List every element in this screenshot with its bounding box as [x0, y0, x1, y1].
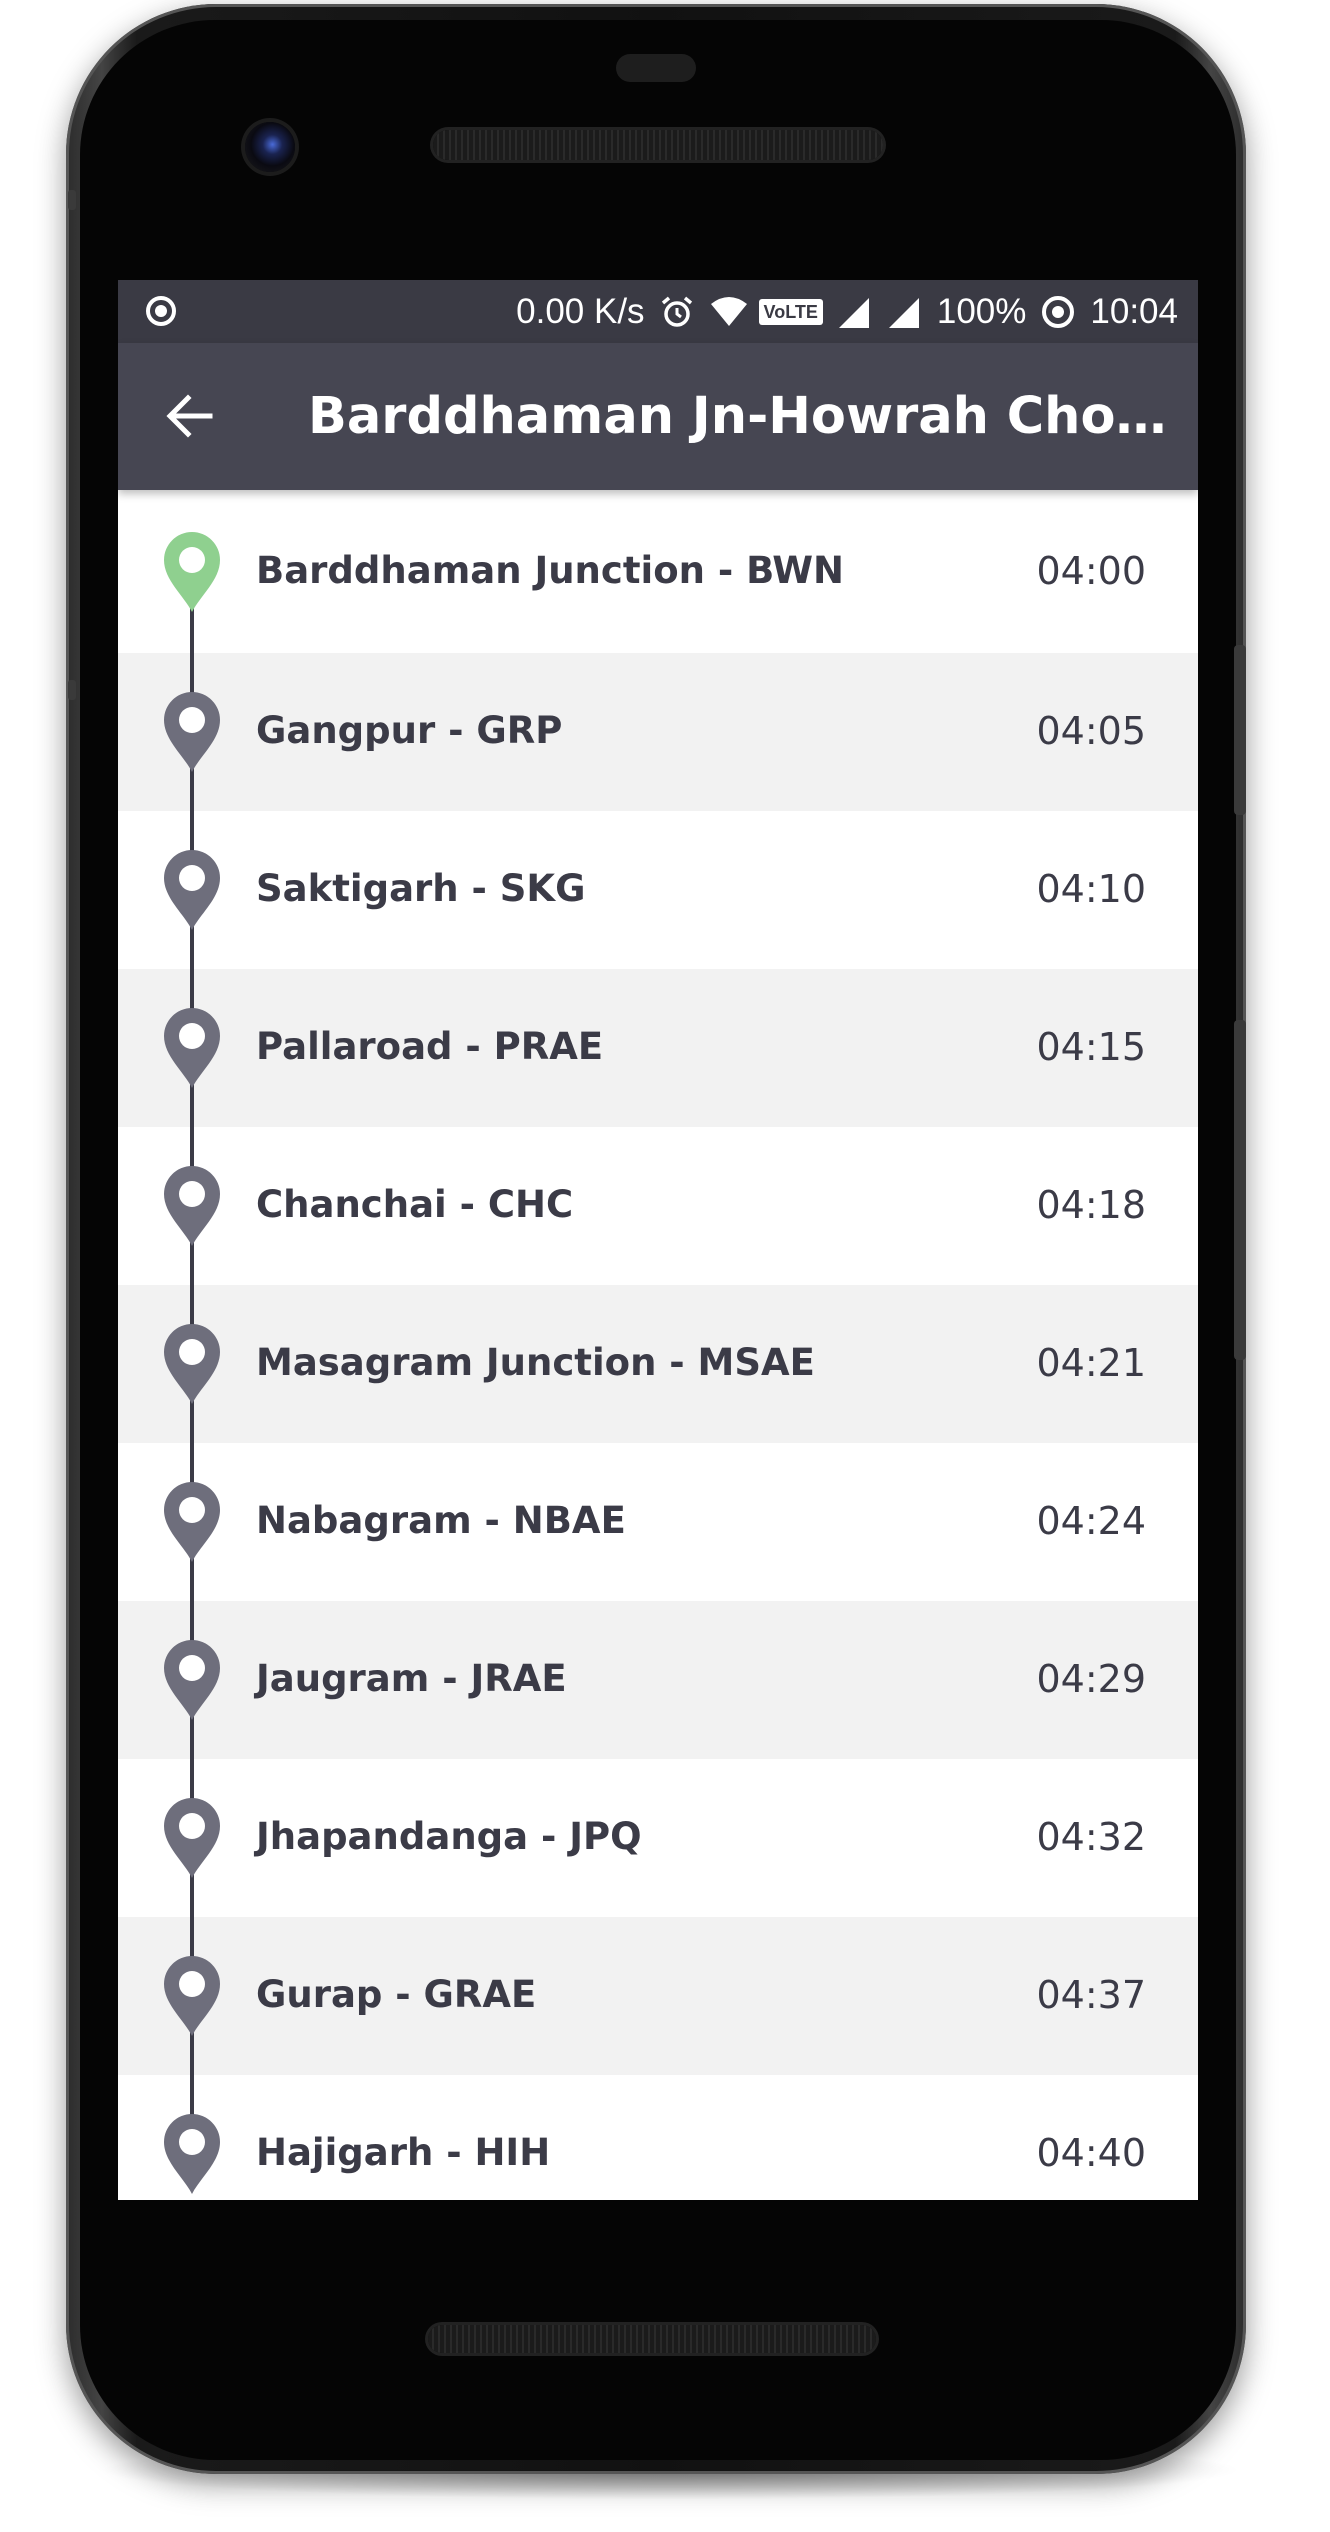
- map-pin-icon: [162, 1324, 222, 1406]
- station-row[interactable]: Barddhaman Junction - BWN 04:00: [118, 490, 1198, 653]
- map-pin-icon: [162, 1640, 222, 1722]
- station-time: 04:18: [1036, 1183, 1146, 1227]
- record-icon: [146, 296, 176, 326]
- map-pin-icon: [162, 692, 222, 774]
- screen: 0.00 K/s VoLTE 100% 10:04 Barddhaman Jn-…: [118, 280, 1198, 2200]
- station-name: Jhapandanga - JPQ: [256, 1815, 642, 1858]
- map-pin-icon: [162, 1798, 222, 1880]
- station-row[interactable]: Saktigarh - SKG 04:10: [118, 811, 1198, 969]
- station-name: Saktigarh - SKG: [256, 867, 586, 910]
- station-row[interactable]: Nabagram - NBAE 04:24: [118, 1443, 1198, 1601]
- station-row[interactable]: Gurap - GRAE 04:37: [118, 1917, 1198, 2075]
- volte-badge: VoLTE: [758, 298, 823, 325]
- map-pin-icon: [162, 2114, 222, 2196]
- station-time: 04:29: [1036, 1657, 1146, 1701]
- alarm-icon: [659, 294, 695, 330]
- station-time: 04:37: [1036, 1973, 1146, 2017]
- station-time: 04:00: [1036, 549, 1146, 593]
- station-row[interactable]: Hajigarh - HIH 04:40: [118, 2075, 1198, 2200]
- app-bar: Barddhaman Jn-Howrah Chord L...: [118, 343, 1198, 490]
- volume-button: [1234, 1020, 1246, 1360]
- back-button[interactable]: [158, 383, 224, 449]
- station-row[interactable]: Gangpur - GRP 04:05: [118, 653, 1198, 811]
- station-row[interactable]: Masagram Junction - MSAE 04:21: [118, 1285, 1198, 1443]
- network-speed: 0.00 K/s: [516, 292, 645, 331]
- signal-icon: [837, 294, 873, 330]
- station-row[interactable]: Jhapandanga - JPQ 04:32: [118, 1759, 1198, 1917]
- frame-ridge: [68, 190, 76, 210]
- station-list: Barddhaman Junction - BWN 04:00 Gangpur - …: [118, 490, 1198, 2200]
- wifi-icon: [709, 294, 747, 330]
- map-pin-icon: [162, 1482, 222, 1564]
- station-time: 04:40: [1036, 2131, 1146, 2175]
- status-indicators: 0.00 K/s VoLTE 100% 10:04: [516, 280, 1178, 343]
- station-name: Barddhaman Junction - BWN: [256, 549, 845, 592]
- station-time: 04:24: [1036, 1499, 1146, 1543]
- station-name: Gangpur - GRP: [256, 709, 563, 752]
- station-time: 04:21: [1036, 1341, 1146, 1385]
- station-name: Masagram Junction - MSAE: [256, 1341, 815, 1384]
- proximity-sensor: [616, 54, 696, 82]
- station-name: Gurap - GRAE: [256, 1973, 537, 2016]
- data-saver-icon: [1040, 294, 1076, 330]
- map-pin-icon: [162, 1956, 222, 2038]
- battery-level: 100%: [936, 292, 1027, 331]
- power-button: [1234, 645, 1246, 815]
- arrow-left-icon: [166, 394, 213, 438]
- station-row[interactable]: Jaugram - JRAE 04:29: [118, 1601, 1198, 1759]
- frame-ridge: [68, 680, 76, 700]
- station-row[interactable]: Pallaroad - PRAE 04:15: [118, 969, 1198, 1127]
- status-bar: 0.00 K/s VoLTE 100% 10:04: [118, 280, 1198, 343]
- earpiece-speaker: [433, 130, 883, 160]
- map-pin-icon: [162, 1008, 222, 1090]
- station-name: Chanchai - CHC: [256, 1183, 574, 1226]
- map-pin-icon: [162, 850, 222, 932]
- station-time: 04:05: [1036, 709, 1146, 753]
- station-name: Jaugram - JRAE: [256, 1657, 567, 1700]
- signal-icon: [887, 294, 923, 330]
- station-time: 04:15: [1036, 1025, 1146, 1069]
- clock: 10:04: [1090, 292, 1178, 331]
- station-time: 04:10: [1036, 867, 1146, 911]
- bottom-speaker: [428, 2325, 876, 2353]
- station-time: 04:32: [1036, 1815, 1146, 1859]
- map-pin-icon: [162, 1166, 222, 1248]
- station-name: Pallaroad - PRAE: [256, 1025, 604, 1068]
- station-name: Hajigarh - HIH: [256, 2131, 551, 2174]
- station-row[interactable]: Chanchai - CHC 04:18: [118, 1127, 1198, 1285]
- page: 0.00 K/s VoLTE 100% 10:04 Barddhaman Jn-…: [0, 0, 1330, 2532]
- front-camera: [245, 122, 295, 172]
- station-name: Nabagram - NBAE: [256, 1499, 626, 1542]
- page-title: Barddhaman Jn-Howrah Chord L...: [308, 387, 1168, 446]
- map-pin-icon: [162, 532, 222, 614]
